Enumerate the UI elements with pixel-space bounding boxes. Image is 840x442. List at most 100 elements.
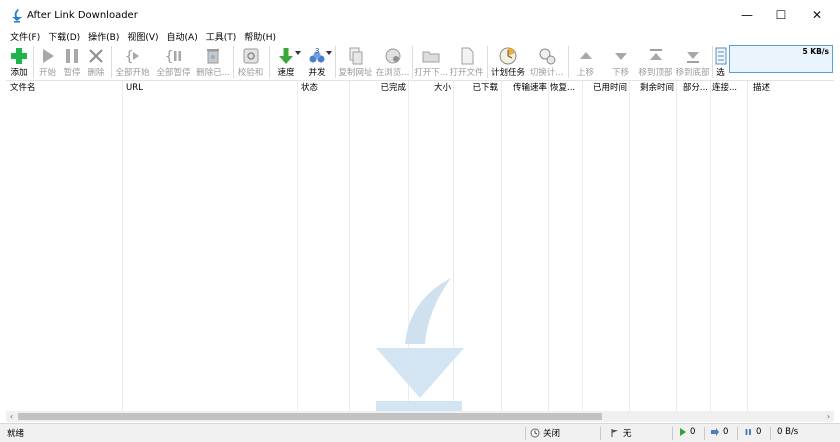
column-divider (548, 81, 549, 412)
schedule-icon (499, 47, 517, 65)
status-paused: 0 (744, 427, 761, 437)
status-separator (770, 427, 771, 440)
move-down-label: 下移 (611, 68, 629, 78)
horizontal-scrollbar[interactable]: ‹ › (6, 411, 834, 422)
status-separator (704, 427, 705, 440)
scrollbar-thumb[interactable] (18, 413, 602, 420)
menu-download[interactable]: 下载(D) (44, 29, 84, 44)
column-header-resume[interactable]: 恢复... (550, 81, 580, 95)
toggle-schedule-label: 切换计... (529, 68, 564, 78)
column-header-description[interactable]: 描述 (753, 81, 813, 95)
toolbar-separator (412, 46, 413, 78)
move-bottom-icon (686, 52, 699, 63)
open-in-browser-icon (385, 48, 400, 64)
column-header-remaining[interactable]: 剩余时间 (632, 81, 674, 95)
checksum-button[interactable]: 校验和 (235, 44, 266, 80)
column-divider (676, 81, 677, 412)
svg-text:3: 3 (315, 47, 319, 55)
toolbar: 添加 开始 暂停 删除 { 全部开始 { 全部暂停 删除已... 校验和 速度 … (0, 44, 840, 80)
column-divider (582, 81, 583, 412)
column-header-url[interactable]: URL (126, 81, 296, 95)
menu-view[interactable]: 视图(V) (123, 29, 162, 44)
menu-tools[interactable]: 工具(T) (202, 29, 241, 44)
move-bottom-button[interactable]: 移到底部 (674, 44, 711, 80)
status-schedule[interactable]: 关闭 (530, 427, 560, 439)
column-header-parts[interactable]: 部分... (678, 81, 708, 95)
column-divider (629, 81, 630, 412)
status-bar: 就绪 关闭 无 0 0 0 0 B/s (0, 423, 840, 442)
open-file-button[interactable]: 打开文件 (448, 44, 485, 80)
delete-completed-label: 删除已... (196, 68, 230, 78)
speed-icon (279, 48, 293, 64)
open-folder-button[interactable]: 打开下... (414, 44, 448, 80)
toolbar-separator (335, 46, 336, 78)
toolbar-separator (33, 46, 34, 78)
status-active-count: 0 (690, 427, 696, 437)
options-button[interactable]: 选 (713, 44, 728, 80)
concurrency-dropdown-icon[interactable] (326, 51, 332, 55)
checksum-label: 校验和 (237, 68, 264, 78)
status-speed-limit[interactable]: 无 (610, 427, 632, 439)
column-header-status[interactable]: 状态 (301, 81, 349, 95)
toolbar-separator (233, 46, 234, 78)
app-logo-icon (12, 9, 22, 23)
scroll-left-icon[interactable]: ‹ (6, 411, 17, 422)
close-button[interactable]: ✕ (794, 0, 840, 30)
column-divider (747, 81, 748, 412)
scroll-right-icon[interactable]: › (823, 411, 834, 422)
pause-all-icon: { (165, 49, 181, 65)
status-rate-text: 0 B/s (777, 427, 799, 437)
speed-dropdown-icon[interactable] (295, 51, 301, 55)
concurrency-button[interactable]: 3 并发 (302, 44, 332, 80)
open-in-browser-button[interactable]: 在浏览... (374, 44, 411, 80)
toolbar-separator (487, 46, 488, 78)
menu-file[interactable]: 文件(F) (6, 29, 44, 44)
start-all-icon: { (125, 49, 139, 65)
move-up-icon (579, 52, 592, 59)
start-button[interactable]: 开始 (35, 44, 60, 80)
column-header-elapsed[interactable]: 已用时间 (584, 81, 627, 95)
delete-completed-button[interactable]: 删除已... (194, 44, 232, 80)
column-divider (501, 81, 502, 412)
copy-url-button[interactable]: 复制网址 (337, 44, 374, 80)
column-header-connections[interactable]: 连接... (712, 81, 746, 95)
delete-button[interactable]: 删除 (84, 44, 108, 80)
start-label: 开始 (38, 68, 56, 78)
add-button[interactable]: 添加 (6, 44, 32, 80)
move-down-icon (614, 53, 627, 60)
column-header-downloaded[interactable]: 已下载 (456, 81, 498, 95)
column-divider (710, 81, 711, 412)
options-icon (715, 47, 726, 65)
status-speed-limit-text: 无 (623, 429, 632, 439)
options-label: 选 (716, 68, 725, 78)
toolbar-separator (111, 46, 112, 78)
toggle-schedule-button[interactable]: 切换计... (528, 44, 565, 80)
start-all-button[interactable]: { 全部开始 (113, 44, 152, 80)
column-header-rate[interactable]: 传输速率 (504, 81, 547, 95)
column-divider (349, 81, 350, 412)
paused-icon (745, 429, 751, 435)
menu-auto[interactable]: 自动(A) (163, 29, 202, 44)
move-down-button[interactable]: 下移 (606, 44, 635, 80)
status-queued: 0 (710, 427, 728, 437)
menu-help[interactable]: 帮助(H) (240, 29, 280, 44)
schedule-button[interactable]: 计划任务 (489, 44, 527, 80)
checksum-icon (243, 48, 258, 64)
column-header-completed[interactable]: 已完成 (352, 81, 406, 95)
schedule-label: 计划任务 (490, 68, 525, 78)
menu-action[interactable]: 操作(B) (84, 29, 123, 44)
speed-button[interactable]: 速度 (272, 44, 300, 80)
pause-button[interactable]: 暂停 (60, 44, 84, 80)
pause-all-button[interactable]: { 全部暂停 (153, 44, 194, 80)
column-divider (297, 81, 298, 412)
column-header-size[interactable]: 大小 (411, 81, 451, 95)
status-separator (737, 427, 738, 440)
svg-text:{: { (165, 49, 173, 65)
start-all-label: 全部开始 (115, 68, 150, 78)
move-up-button[interactable]: 上移 (571, 44, 600, 80)
move-up-label: 上移 (576, 68, 594, 78)
move-top-button[interactable]: 移到顶部 (637, 44, 674, 80)
flag-icon (611, 429, 618, 437)
column-header-filename[interactable]: 文件名 (10, 81, 120, 95)
speed-graph: 5 KB/s (729, 45, 833, 73)
